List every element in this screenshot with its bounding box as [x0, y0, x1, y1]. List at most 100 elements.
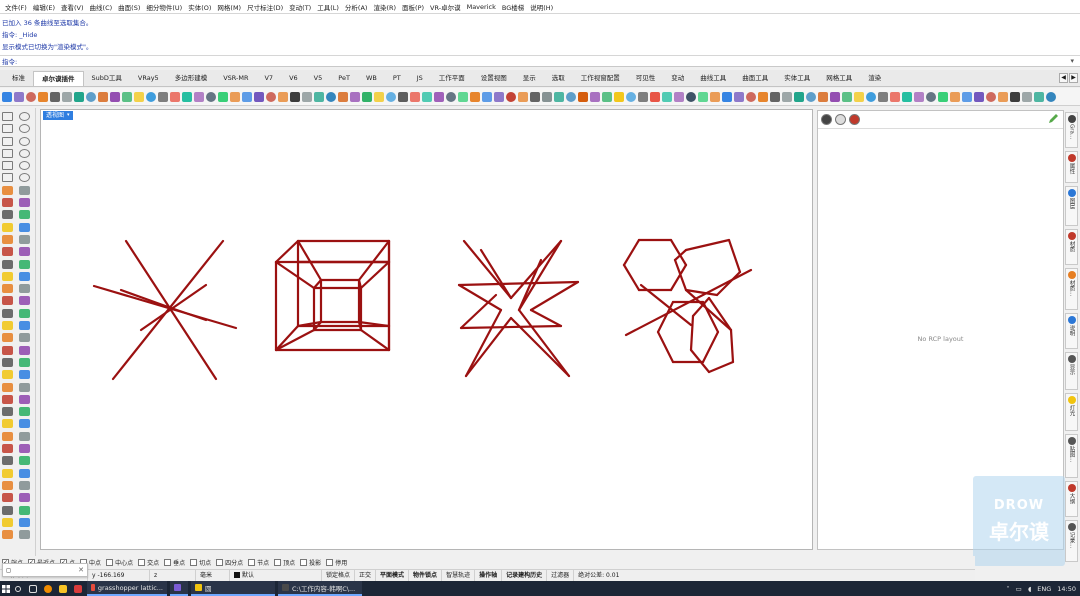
lattice-edge[interactable]	[529, 280, 580, 312]
left-tool-icon[interactable]	[2, 505, 13, 515]
left-tool-icon[interactable]	[2, 210, 13, 220]
toolbar-tool-icon[interactable]	[542, 91, 552, 102]
toolbar-tool-icon[interactable]	[938, 91, 948, 102]
osnap-option[interactable]: 切点	[190, 558, 211, 567]
teapot-icon[interactable]	[821, 114, 832, 125]
toolbar-tool-icon[interactable]	[110, 91, 120, 102]
toolbar-tool-icon[interactable]	[266, 91, 276, 102]
search-icon[interactable]	[12, 581, 24, 596]
lattice-edge[interactable]	[357, 239, 391, 282]
side-panel-tab[interactable]: 说明	[1065, 313, 1078, 349]
toolbar-tool-icon[interactable]	[878, 91, 888, 102]
left-tool-icon[interactable]	[19, 530, 30, 540]
left-tool-icon[interactable]	[2, 407, 13, 417]
toolbar-tool-icon[interactable]	[290, 91, 300, 102]
toolbar-tool-icon[interactable]	[998, 91, 1008, 102]
left-tool-icon[interactable]	[19, 357, 30, 367]
toolbar-tab[interactable]: 变动	[663, 71, 692, 86]
side-panel-tab[interactable]: 灯光	[1065, 393, 1078, 431]
status-toggle[interactable]: 正交	[355, 569, 377, 582]
lattice-edge[interactable]	[296, 239, 323, 282]
status-toggle[interactable]: 物件锁点	[409, 569, 443, 582]
menu-item[interactable]: BG楼梯	[499, 2, 527, 12]
osnap-option[interactable]: 停用	[326, 558, 347, 567]
volume-icon[interactable]: ◖	[1028, 585, 1031, 593]
left-tool-icon[interactable]	[2, 321, 13, 331]
toolbar-tool-icon[interactable]	[74, 91, 84, 102]
toolbar-tool-icon[interactable]	[218, 91, 228, 102]
toolbar-tab[interactable]: PeT	[330, 71, 358, 86]
viewport-dropdown-icon[interactable]: ▾	[67, 111, 70, 120]
status-toggle[interactable]: 记录建构历史	[502, 569, 548, 582]
toolbar-tab[interactable]: SubD工具	[84, 71, 130, 86]
pen-icon[interactable]	[1047, 113, 1059, 125]
toolbar-tab[interactable]: 实体工具	[776, 71, 818, 86]
toolbar-tool-icon[interactable]	[314, 91, 324, 102]
lattice-edge[interactable]	[622, 263, 641, 292]
render-sphere-icon[interactable]	[849, 114, 860, 125]
toolbar-tab[interactable]: 选取	[544, 71, 573, 86]
left-tool-icon[interactable]	[19, 222, 30, 232]
taskbar-app-button[interactable]: grasshopper lattic...	[87, 581, 167, 596]
toolbar-tool-icon[interactable]	[986, 91, 996, 102]
left-tool-icon[interactable]	[2, 308, 13, 318]
toolbar-tool-icon[interactable]	[686, 91, 696, 102]
menu-item[interactable]: 分析(A)	[342, 2, 371, 12]
toolbar-tool-icon[interactable]	[950, 91, 960, 102]
status-toggle[interactable]: 操作轴	[475, 569, 503, 582]
toolbar-tool-icon[interactable]	[914, 91, 924, 102]
toolbar-tool-icon[interactable]	[434, 91, 444, 102]
toolbar-tool-icon[interactable]	[194, 91, 204, 102]
toolbar-tool-icon[interactable]	[446, 91, 456, 102]
left-tool-icon[interactable]	[19, 419, 30, 429]
side-panel-tab[interactable]: Gra…	[1065, 112, 1078, 148]
osnap-checkbox[interactable]	[300, 559, 308, 566]
lattice-edge[interactable]	[139, 283, 208, 332]
menu-item[interactable]: 网格(M)	[214, 2, 244, 12]
side-panel-tab[interactable]: 贴图…	[1065, 434, 1078, 478]
toolbar-tab[interactable]: V7	[256, 71, 281, 86]
left-tool-icon[interactable]	[2, 394, 13, 404]
osnap-checkbox[interactable]	[248, 559, 256, 566]
left-tool-icon[interactable]	[2, 382, 13, 392]
lattice-edge[interactable]	[715, 270, 742, 297]
lattice-edge[interactable]	[673, 258, 688, 292]
toolbar-tool-icon[interactable]	[122, 91, 132, 102]
toolbar-tab[interactable]: 曲线工具	[692, 71, 734, 86]
osnap-checkbox[interactable]	[216, 559, 224, 566]
side-panel-tab[interactable]: 图层	[1065, 186, 1078, 226]
side-panel-tab[interactable]: 显示	[1065, 352, 1078, 390]
osnap-option[interactable]: 交点	[138, 558, 159, 567]
left-tool-icon[interactable]	[19, 493, 30, 503]
toolbar-tab[interactable]: 网格工具	[818, 71, 860, 86]
toolbar-tool-icon[interactable]	[818, 91, 828, 102]
toolbar-tool-icon[interactable]	[86, 91, 96, 102]
lattice-edge[interactable]	[464, 308, 503, 378]
toolbar-tool-icon[interactable]	[710, 91, 720, 102]
left-tool-icon[interactable]	[2, 431, 13, 441]
osnap-checkbox[interactable]	[190, 559, 198, 566]
menu-item[interactable]: VR-卓尔谟	[427, 2, 464, 12]
left-tool-icon[interactable]	[2, 198, 13, 208]
left-tool-icon[interactable]	[2, 124, 13, 134]
toolbar-tool-icon[interactable]	[470, 91, 480, 102]
toolbar-tool-icon[interactable]	[38, 91, 48, 102]
lattice-edge[interactable]	[624, 268, 753, 337]
toolbar-tool-icon[interactable]	[530, 91, 540, 102]
osnap-checkbox[interactable]	[274, 559, 282, 566]
lattice-edge[interactable]	[517, 308, 571, 378]
left-tool-icon[interactable]	[19, 112, 30, 121]
browser-icon[interactable]	[42, 581, 54, 596]
menu-item[interactable]: 查看(V)	[58, 2, 87, 12]
left-tool-icon[interactable]	[19, 210, 30, 220]
toolbar-tool-icon[interactable]	[842, 91, 852, 102]
osnap-option[interactable]: 投影	[300, 558, 321, 567]
left-tool-icon[interactable]	[19, 148, 30, 158]
left-tool-icon[interactable]	[19, 394, 30, 404]
clock[interactable]: 14:50	[1057, 585, 1076, 593]
toolbar-tool-icon[interactable]	[14, 91, 24, 102]
osnap-checkbox[interactable]	[138, 559, 146, 566]
tab-scroll-left-icon[interactable]: ◀	[1059, 73, 1068, 83]
toolbar-tool-icon[interactable]	[698, 91, 708, 102]
toolbar-tool-icon[interactable]	[890, 91, 900, 102]
